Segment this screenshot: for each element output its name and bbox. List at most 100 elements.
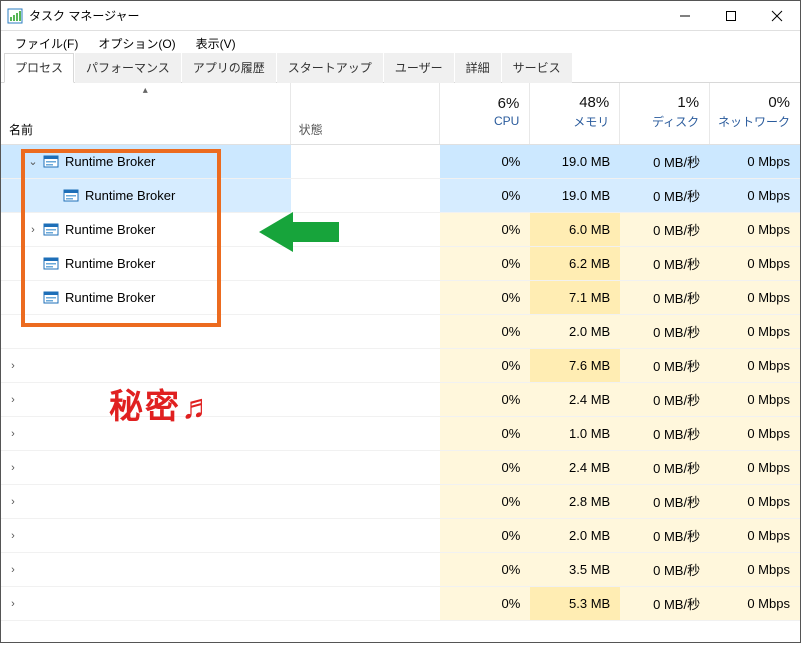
- cell-memory: 7.1 MB: [530, 281, 620, 314]
- menu-options[interactable]: オプション(O): [88, 33, 185, 54]
- table-row[interactable]: ›0%5.3 MB0 MB/秒0 Mbps: [1, 587, 800, 621]
- expand-chevron-icon[interactable]: ›: [5, 564, 21, 576]
- table-row[interactable]: ›0%2.4 MB0 MB/秒0 Mbps: [1, 383, 800, 417]
- cell-network: 0 Mbps: [710, 383, 800, 416]
- cell-network: 0 Mbps: [710, 315, 800, 348]
- cell-cpu: 0%: [440, 553, 530, 586]
- cell-name: ›: [1, 587, 291, 620]
- col-name-label: 名前: [9, 121, 290, 138]
- tab-app-history[interactable]: アプリの履歴: [182, 53, 276, 83]
- cell-disk: 0 MB/秒: [620, 213, 710, 246]
- process-icon: [43, 256, 59, 272]
- cell-disk: 0 MB/秒: [620, 349, 710, 382]
- table-row[interactable]: Runtime Broker0%7.1 MB0 MB/秒0 Mbps: [1, 281, 800, 315]
- cell-name: ›: [1, 553, 291, 586]
- expand-chevron-icon[interactable]: ⌄: [25, 155, 41, 168]
- menu-view[interactable]: 表示(V): [186, 33, 246, 54]
- cell-disk: 0 MB/秒: [620, 315, 710, 348]
- close-button[interactable]: [754, 1, 800, 31]
- cell-memory: 19.0 MB: [530, 179, 620, 212]
- cell-network: 0 Mbps: [710, 485, 800, 518]
- table-row[interactable]: ⌄Runtime Broker0%19.0 MB0 MB/秒0 Mbps: [1, 145, 800, 179]
- cell-name: ›: [1, 417, 291, 450]
- col-name[interactable]: ▴ 名前: [1, 83, 291, 144]
- table-row[interactable]: ›Runtime Broker0%6.0 MB0 MB/秒0 Mbps: [1, 213, 800, 247]
- table-row[interactable]: 0%2.0 MB0 MB/秒0 Mbps: [1, 315, 800, 349]
- cell-memory: 2.0 MB: [530, 519, 620, 552]
- cell-name: › Runtime Broker: [1, 213, 291, 246]
- process-icon: [43, 290, 59, 306]
- tab-services[interactable]: サービス: [502, 53, 572, 83]
- cell-disk: 0 MB/秒: [620, 145, 710, 178]
- cell-disk: 0 MB/秒: [620, 179, 710, 212]
- expand-chevron-icon[interactable]: ›: [25, 224, 41, 236]
- cell-memory: 2.8 MB: [530, 485, 620, 518]
- tabs: プロセス パフォーマンス アプリの履歴 スタートアップ ユーザー 詳細 サービス: [1, 55, 800, 83]
- cell-network: 0 Mbps: [710, 451, 800, 484]
- table-row[interactable]: ›0%2.8 MB0 MB/秒0 Mbps: [1, 485, 800, 519]
- col-cpu[interactable]: 6% CPU: [440, 83, 530, 144]
- process-icon: [43, 222, 59, 238]
- cell-name: ›: [1, 349, 291, 382]
- cell-network: 0 Mbps: [710, 587, 800, 620]
- expand-chevron-icon[interactable]: ›: [5, 496, 21, 508]
- tab-users[interactable]: ユーザー: [384, 53, 454, 83]
- cell-cpu: 0%: [440, 451, 530, 484]
- expand-chevron-icon[interactable]: ›: [5, 360, 21, 372]
- process-grid: ▴ 名前 状態 6% CPU 48% メモリ 1% ディスク 0% ネットワーク: [1, 83, 800, 642]
- cell-memory: 6.0 MB: [530, 213, 620, 246]
- cell-cpu: 0%: [440, 247, 530, 280]
- cell-memory: 1.0 MB: [530, 417, 620, 450]
- titlebar: タスク マネージャー: [1, 1, 800, 31]
- table-row[interactable]: ›0%1.0 MB0 MB/秒0 Mbps: [1, 417, 800, 451]
- cell-name: Runtime Broker: [1, 179, 291, 212]
- table-row[interactable]: ›0%7.6 MB0 MB/秒0 Mbps: [1, 349, 800, 383]
- table-row[interactable]: ›0%3.5 MB0 MB/秒0 Mbps: [1, 553, 800, 587]
- minimize-button[interactable]: [662, 1, 708, 31]
- cell-name: ›: [1, 485, 291, 518]
- cell-network: 0 Mbps: [710, 247, 800, 280]
- disk-usage-pct: 1%: [677, 94, 699, 111]
- cell-cpu: 0%: [440, 383, 530, 416]
- tab-startup[interactable]: スタートアップ: [277, 53, 383, 83]
- table-row[interactable]: Runtime Broker 0%19.0 MB0 MB/秒0 Mbps: [1, 179, 800, 213]
- expand-chevron-icon[interactable]: ›: [5, 462, 21, 474]
- col-status-label: 状態: [299, 121, 323, 138]
- cell-cpu: 0%: [440, 587, 530, 620]
- maximize-button[interactable]: [708, 1, 754, 31]
- cell-network: 0 Mbps: [710, 417, 800, 450]
- expand-chevron-icon[interactable]: ›: [5, 530, 21, 542]
- table-row[interactable]: Runtime Broker0%6.2 MB0 MB/秒0 Mbps: [1, 247, 800, 281]
- col-disk[interactable]: 1% ディスク: [620, 83, 710, 144]
- col-network[interactable]: 0% ネットワーク: [710, 83, 800, 144]
- expand-chevron-icon[interactable]: ›: [5, 428, 21, 440]
- table-row[interactable]: ›0%2.0 MB0 MB/秒0 Mbps: [1, 519, 800, 553]
- cell-disk: 0 MB/秒: [620, 519, 710, 552]
- expand-chevron-icon[interactable]: ›: [5, 394, 21, 406]
- expand-chevron-icon[interactable]: ›: [5, 598, 21, 610]
- col-memory[interactable]: 48% メモリ: [530, 83, 620, 144]
- tab-processes[interactable]: プロセス: [4, 53, 74, 83]
- net-usage-pct: 0%: [768, 94, 790, 111]
- cell-memory: 6.2 MB: [530, 247, 620, 280]
- process-name: Runtime Broker: [65, 154, 155, 169]
- window-title: タスク マネージャー: [29, 7, 140, 24]
- cell-cpu: 0%: [440, 179, 530, 212]
- mem-usage-pct: 48%: [579, 94, 609, 111]
- process-icon: [43, 154, 59, 170]
- cell-disk: 0 MB/秒: [620, 417, 710, 450]
- menu-file[interactable]: ファイル(F): [5, 33, 88, 54]
- tab-details[interactable]: 詳細: [455, 53, 501, 83]
- col-status[interactable]: 状態: [291, 83, 441, 144]
- cell-cpu: 0%: [440, 145, 530, 178]
- cell-memory: 2.4 MB: [530, 451, 620, 484]
- cell-name: ⌄ Runtime Broker: [1, 145, 291, 178]
- cell-network: 0 Mbps: [710, 179, 800, 212]
- cell-memory: 3.5 MB: [530, 553, 620, 586]
- process-name: Runtime Broker: [65, 222, 155, 237]
- cell-cpu: 0%: [440, 485, 530, 518]
- cell-memory: 5.3 MB: [530, 587, 620, 620]
- cell-disk: 0 MB/秒: [620, 247, 710, 280]
- table-row[interactable]: ›0%2.4 MB0 MB/秒0 Mbps: [1, 451, 800, 485]
- tab-performance[interactable]: パフォーマンス: [75, 53, 181, 83]
